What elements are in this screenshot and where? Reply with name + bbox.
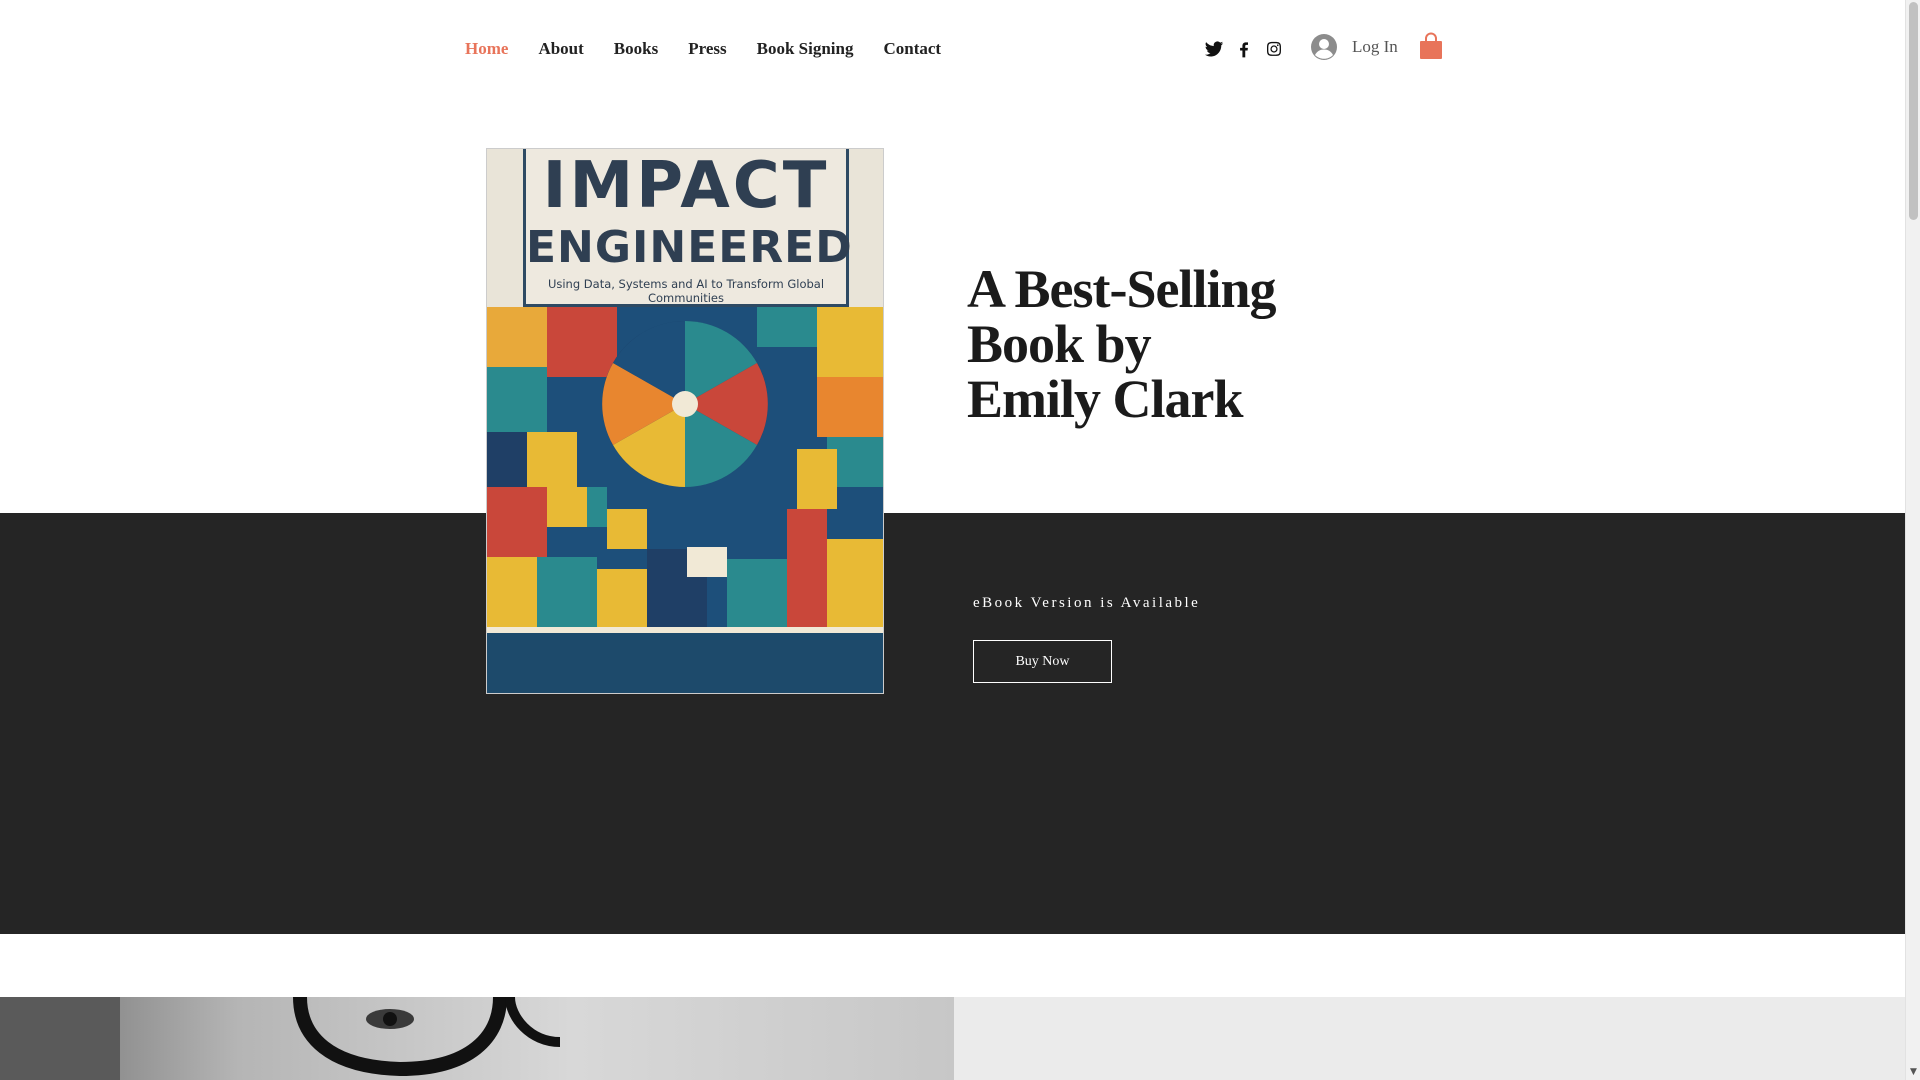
nav-contact[interactable]: Contact: [883, 39, 941, 59]
hero-title: A Best-Selling Book by Emily Clark: [967, 262, 1367, 427]
social-bar: [1203, 38, 1293, 60]
author-photo: [0, 997, 954, 1080]
twitter-icon[interactable]: [1203, 38, 1225, 60]
nav-books[interactable]: Books: [614, 39, 658, 59]
cover-title-line1: IMPACT: [542, 149, 830, 223]
buy-now-button[interactable]: Buy Now: [973, 640, 1112, 683]
login-label: Log In: [1352, 37, 1398, 56]
ebook-availability-text: eBook Version is Available: [973, 595, 1201, 611]
about-panel: [954, 997, 1905, 1080]
hero-title-line: Emily Clark: [967, 369, 1244, 429]
nav-home[interactable]: Home: [465, 39, 508, 59]
instagram-icon[interactable]: [1263, 38, 1285, 60]
login-button[interactable]: Log In: [1310, 30, 1398, 64]
scroll-down-arrow-icon[interactable]: ▼: [1908, 1067, 1919, 1078]
hero-title-line: A Best-Selling: [967, 259, 1277, 319]
cover-title-panel: IMPACT ENGINEERED Using Data, Systems an…: [523, 149, 853, 307]
hero-title-line: Book by: [967, 314, 1152, 374]
ebook-band: [0, 513, 1905, 934]
shopping-bag-icon[interactable]: [1419, 32, 1443, 60]
scrollbar-thumb[interactable]: [1909, 2, 1918, 220]
cover-subtitle: Using Data, Systems and AI to Transform …: [547, 277, 825, 305]
cover-title-line2: ENGINEERED: [526, 222, 853, 273]
main-nav: Home About Books Press Book Signing Cont…: [465, 36, 971, 62]
page-scrollbar[interactable]: ▼: [1905, 0, 1920, 1080]
user-avatar-icon: [1311, 34, 1337, 60]
nav-book-signing[interactable]: Book Signing: [757, 39, 854, 59]
book-cover-image: IMPACT ENGINEERED Using Data, Systems an…: [487, 149, 883, 693]
nav-about[interactable]: About: [538, 39, 583, 59]
nav-press[interactable]: Press: [688, 39, 726, 59]
facebook-icon[interactable]: [1233, 38, 1255, 60]
